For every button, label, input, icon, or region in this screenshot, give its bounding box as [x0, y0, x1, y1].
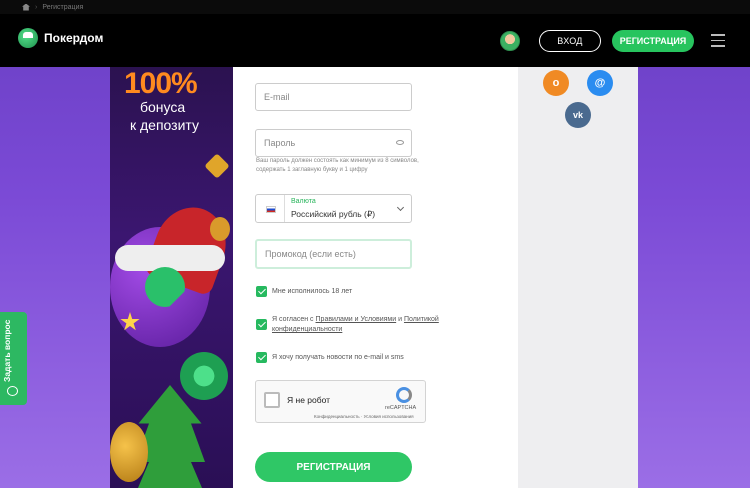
terms-checkbox[interactable] — [256, 319, 267, 330]
gold-ornament-icon — [204, 153, 230, 179]
age-checkbox-label: Мне исполнилось 18 лет — [272, 288, 353, 295]
breadcrumb-separator: › — [35, 3, 38, 11]
odnoklassniki-glyph: о — [552, 77, 560, 89]
ask-question-tab[interactable]: Задать вопрос — [0, 312, 27, 405]
mail-ru-icon[interactable]: @ — [587, 70, 613, 96]
password-field[interactable]: Пароль — [255, 129, 412, 157]
news-checkbox-label: Я хочу получать новости по e-mail и sms — [272, 354, 404, 361]
gold-ball-icon — [110, 422, 148, 482]
banner-line-1: бонуса — [140, 99, 186, 115]
social-login-panel: о @ vk — [518, 67, 638, 488]
brand-name: Покердом — [44, 31, 104, 45]
russia-flag-icon — [266, 206, 276, 213]
privacy-link-part-1[interactable]: Политикой — [404, 316, 439, 323]
terms-checkbox-label: Я согласен с Правилами и Условиями и Пол… — [272, 315, 472, 335]
currency-label: Валюта — [291, 198, 316, 205]
recaptcha-checkbox[interactable] — [264, 392, 280, 408]
club-chip-icon — [180, 352, 228, 400]
bonus-banner: 100% бонуса к депозиту — [110, 67, 233, 488]
banner-line-2: к депозиту — [130, 117, 199, 133]
chat-bubble-icon — [7, 386, 18, 396]
password-hint: Ваш пароль должен состоять как минимум и… — [256, 158, 419, 173]
terms-and: и — [398, 316, 403, 323]
currency-select[interactable]: Валюта Российский рубль (₽) — [255, 194, 412, 223]
terms-link[interactable]: Правилами и Условиями — [316, 316, 397, 323]
news-checkbox[interactable] — [256, 352, 267, 363]
recaptcha-brand: reCAPTCHA — [385, 405, 417, 411]
register-submit-button[interactable]: РЕГИСТРАЦИЯ — [255, 452, 412, 482]
privacy-link-part-2[interactable]: конфиденциальности — [272, 326, 342, 333]
chevron-down-icon — [396, 203, 405, 212]
breadcrumb-current: Регистрация — [42, 3, 84, 11]
registration-form: E-mail Пароль Ваш пароль должен состоять… — [233, 67, 518, 488]
gold-ornament-icon — [210, 217, 230, 241]
breadcrumb: › Регистрация — [0, 0, 750, 14]
recaptcha-links[interactable]: Конфиденциальность · Условия использован… — [314, 414, 414, 419]
login-button[interactable]: ВХОД — [539, 30, 601, 52]
banner-headline: 100% — [124, 67, 198, 100]
terms-prefix: Я согласен с — [272, 316, 314, 323]
menu-icon[interactable] — [711, 34, 725, 47]
vk-glyph: vk — [572, 110, 583, 120]
home-icon[interactable] — [22, 3, 30, 11]
email-field[interactable]: E-mail — [255, 83, 412, 111]
ask-question-label: Задать вопрос — [2, 319, 12, 382]
recaptcha-label: Я не робот — [287, 395, 331, 405]
brand-logo[interactable]: Покердом — [18, 28, 103, 48]
recaptcha-widget: Я не робот reCAPTCHA Конфиденциальность … — [255, 380, 426, 423]
support-avatar[interactable] — [500, 31, 520, 51]
pokerdom-logo-icon — [18, 28, 38, 48]
vk-icon[interactable]: vk — [565, 102, 591, 128]
odnoklassniki-icon[interactable]: о — [543, 70, 569, 96]
recaptcha-logo-icon — [396, 387, 412, 403]
mail-ru-glyph: @ — [594, 77, 606, 89]
age-checkbox[interactable] — [256, 286, 267, 297]
show-password-icon[interactable] — [396, 140, 404, 145]
site-header: Покердом ВХОД РЕГИСТРАЦИЯ — [0, 14, 750, 67]
header-register-button[interactable]: РЕГИСТРАЦИЯ — [612, 30, 694, 52]
currency-divider — [284, 195, 285, 222]
password-placeholder: Пароль — [264, 138, 296, 148]
promo-code-field[interactable]: Промокод (если есть) — [255, 239, 412, 269]
currency-value: Российский рубль (₽) — [291, 209, 376, 219]
